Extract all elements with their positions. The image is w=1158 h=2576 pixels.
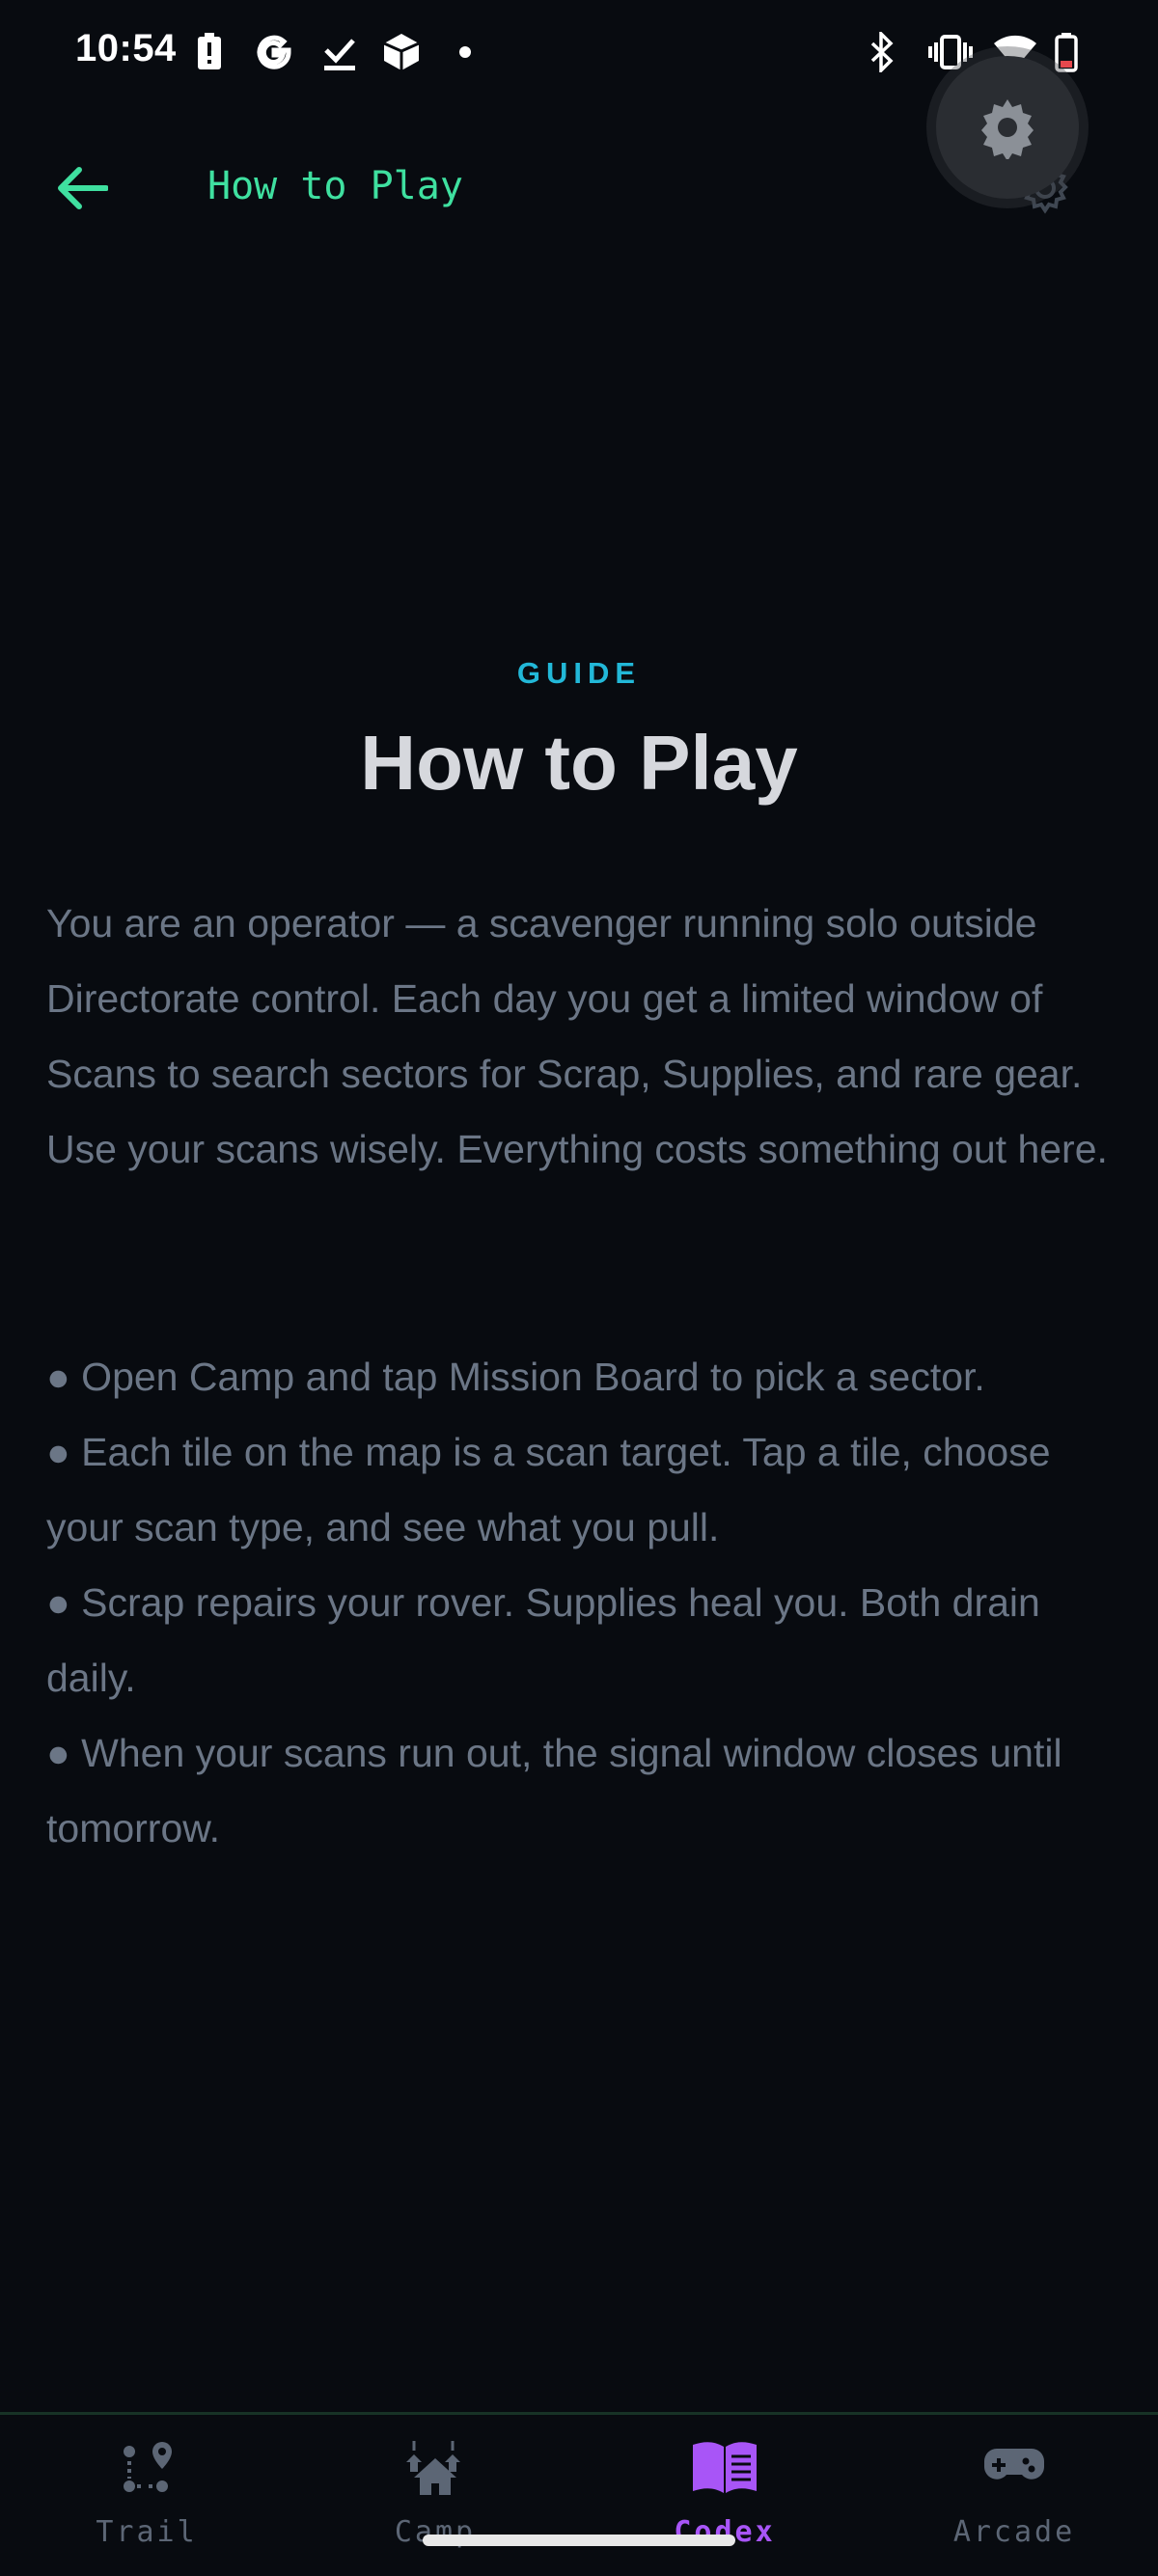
trail-route-icon [50, 2432, 243, 2502]
bluetooth-icon [867, 31, 897, 73]
instructions-list: ● Open Camp and tap Mission Board to pic… [46, 1339, 1117, 1866]
list-item-text: Each tile on the map is a scan target. T… [46, 1430, 1051, 1549]
battery-alert-icon [193, 31, 226, 73]
google-icon [253, 31, 295, 73]
vibrate-icon [928, 31, 973, 73]
camp-houses-icon [339, 2432, 532, 2502]
list-item: ● Scrap repairs your rover. Supplies hea… [46, 1565, 1117, 1715]
home-indicator[interactable] [423, 2535, 735, 2546]
gamepad-icon [918, 2432, 1111, 2502]
back-button[interactable] [48, 154, 116, 222]
page-title: How to Play [360, 720, 798, 806]
status-time: 10:54 [75, 27, 177, 69]
gear-icon [981, 99, 1034, 159]
list-item: ● Each tile on the map is a scan target.… [46, 1414, 1117, 1565]
bullet-marker: ● [46, 1355, 70, 1399]
dot-icon [455, 31, 475, 73]
nav-label: Arcade [952, 2515, 1076, 2549]
download-done-icon [320, 31, 359, 73]
section-eyebrow: GUIDE [516, 656, 642, 690]
cube-icon [380, 31, 423, 73]
intro-paragraph: You are an operator — a scavenger runnin… [46, 901, 1108, 1171]
list-item-text: When your scans run out, the signal wind… [46, 1731, 1062, 1850]
list-item: ● When your scans run out, the signal wi… [46, 1715, 1117, 1866]
nav-item-arcade[interactable]: Arcade [918, 2432, 1111, 2558]
nav-label: Trail [96, 2515, 198, 2549]
bullet-marker: ● [46, 1731, 70, 1775]
nav-item-trail[interactable]: Trail [50, 2432, 243, 2558]
battery-icon [1052, 31, 1081, 73]
arrow-left-icon [58, 167, 108, 209]
codex-book-icon [628, 2432, 821, 2502]
list-item-text: Scrap repairs your rover. Supplies heal … [46, 1580, 1040, 1700]
bullet-marker: ● [46, 1430, 70, 1474]
bullet-marker: ● [46, 1580, 70, 1625]
list-item: ● Open Camp and tap Mission Board to pic… [46, 1339, 1117, 1414]
list-item-text: Open Camp and tap Mission Board to pick … [81, 1355, 985, 1399]
bottom-navigation: Trail Camp Codex Arcade [0, 2412, 1158, 2576]
app-bar-title: How to Play [207, 164, 463, 208]
floating-settings-button[interactable] [936, 56, 1079, 199]
